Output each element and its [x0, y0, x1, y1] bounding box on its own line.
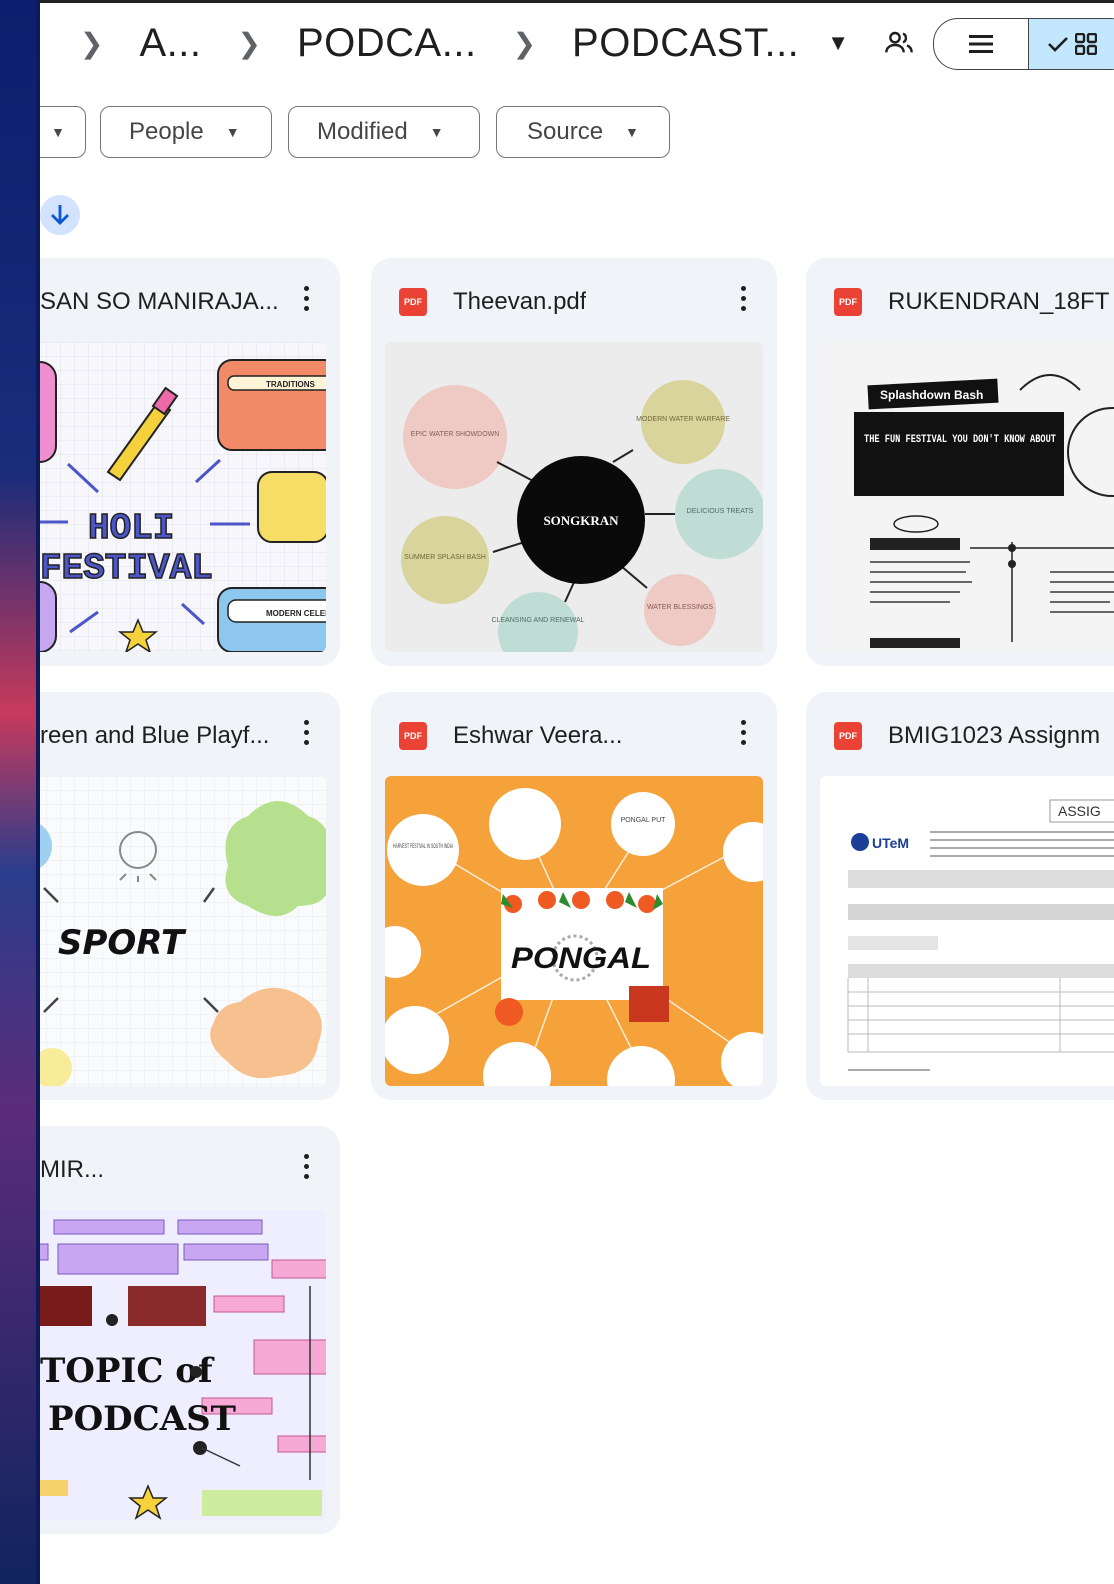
thumb-title: PODCAST — [48, 1399, 236, 1439]
drive-folder-view: ❯ A... ❯ PODCA... ❯ PODCAST... ▼ ▼ Peopl… — [40, 0, 1114, 1584]
file-card[interactable]: PDF RUKENDRAN_18FT Splashdown Bash THE F… — [806, 258, 1114, 666]
file-thumbnail: Splashdown Bash THE FUN FESTIVAL YOU DON… — [820, 342, 1114, 652]
file-card[interactable]: MIR... TOPIC of PODCAST — [40, 1126, 340, 1534]
more-actions-icon[interactable] — [304, 1154, 310, 1184]
file-thumbnail: TOPIC of PODCAST — [40, 1210, 326, 1520]
file-card[interactable]: SAN SO MANIRAJA... TRADITIONS MODERN CEL… — [40, 258, 340, 666]
thumb-title: FESTIVAL — [40, 548, 213, 589]
breadcrumb: ❯ A... ❯ PODCA... ❯ PODCAST... ▼ — [80, 18, 949, 68]
dropdown-arrow-icon: ▼ — [429, 124, 444, 140]
file-thumbnail: ASSIG UTeM — [820, 776, 1114, 1086]
thumb-label: EPIC WATER SHOWDOWN — [411, 431, 500, 438]
more-actions-icon[interactable] — [304, 286, 310, 316]
thumb-title: SPORT — [58, 923, 187, 963]
folder-menu-dropdown-icon[interactable]: ▼ — [827, 30, 849, 56]
thumb-label: SUMMER SPLASH BASH — [404, 554, 486, 561]
thumb-title: THE FUN FESTIVAL YOU DON'T KNOW ABOUT — [864, 434, 1056, 446]
file-title: RUKENDRAN_18FT — [888, 288, 1110, 315]
chevron-right-icon: ❯ — [512, 27, 537, 59]
list-icon — [969, 35, 993, 53]
file-thumbnail: TRADITIONS MODERN CELEBRATION HOLI FESTI… — [40, 342, 326, 652]
more-actions-icon[interactable] — [304, 720, 310, 750]
thumb-title: HOLI — [88, 508, 174, 549]
grid-view-button[interactable] — [1028, 19, 1114, 69]
chip-label: Modified — [317, 118, 408, 145]
more-actions-icon[interactable] — [741, 286, 747, 316]
chip-label: Source — [527, 118, 604, 145]
breadcrumb-item[interactable]: PODCA... — [297, 21, 477, 66]
file-thumbnail: PONGAL PUT HARVEST FESTIVAL IN SOUTH IND… — [385, 776, 763, 1086]
thumb-label: ASSIG — [1058, 803, 1101, 819]
window-edge — [40, 0, 1114, 3]
chevron-right-icon: ❯ — [237, 27, 261, 59]
sort-direction-button[interactable] — [40, 195, 80, 235]
thumb-title: PONGAL — [511, 942, 651, 975]
thumb-title: TOPIC of — [40, 1351, 215, 1391]
thumb-label: WATER BLESSINGS — [647, 604, 713, 611]
arrow-down-icon — [51, 205, 69, 225]
dropdown-arrow-icon: ▼ — [625, 124, 639, 140]
thumb-label: HARVEST FESTIVAL IN SOUTH INDIA — [393, 844, 453, 850]
file-title: MIR... — [40, 1156, 104, 1183]
file-card[interactable]: PDF BMIG1023 Assignm ASSIG UTeM — [806, 692, 1114, 1100]
dropdown-arrow-icon: ▼ — [225, 124, 240, 140]
thumb-label: DELICIOUS TREATS — [687, 508, 754, 515]
file-title: Eshwar Veera... — [453, 722, 623, 749]
modified-filter-chip[interactable]: Modified ▼ — [288, 106, 480, 158]
breadcrumb-item[interactable]: A... — [139, 21, 201, 66]
more-actions-icon[interactable] — [741, 720, 747, 750]
pdf-icon: PDF — [399, 288, 427, 316]
thumb-label: UTeM — [872, 835, 909, 851]
thumb-label: Splashdown Bash — [880, 388, 983, 402]
file-card[interactable]: reen and Blue Playf... SPORT — [40, 692, 340, 1100]
pdf-icon: PDF — [834, 722, 862, 750]
type-filter-chip[interactable]: ▼ — [40, 106, 86, 158]
thumb-label: PONGAL PUT — [621, 817, 667, 824]
thumb-title: SONGKRAN — [543, 513, 619, 528]
thumb-label: CLEANSING AND RENEWAL — [491, 617, 584, 624]
view-toggle — [933, 18, 1114, 70]
pdf-icon: PDF — [399, 722, 427, 750]
source-filter-chip[interactable]: Source ▼ — [496, 106, 670, 158]
check-icon — [1048, 37, 1068, 52]
background-wallpaper-strip — [0, 0, 40, 1584]
file-thumbnail: SONGKRAN EPIC WATER SHOWDOWN MODERN WATE… — [385, 342, 763, 652]
file-card[interactable]: PDF Eshwar Veera... PONGAL PUT HARVEST F… — [371, 692, 777, 1100]
file-title: BMIG1023 Assignm — [888, 722, 1101, 749]
pdf-icon: PDF — [834, 288, 862, 316]
file-card[interactable]: PDF Theevan.pdf SONGKRAN EPIC WATER SHOW… — [371, 258, 777, 666]
thumb-label: TRADITIONS — [266, 380, 316, 389]
grid-icon — [1075, 33, 1097, 55]
people-filter-chip[interactable]: People ▼ — [100, 106, 272, 158]
shared-people-icon[interactable] — [883, 27, 915, 59]
file-thumbnail: SPORT — [40, 776, 326, 1086]
list-view-button[interactable] — [934, 19, 1028, 69]
thumb-label: MODERN WATER WARFARE — [636, 416, 730, 423]
dropdown-arrow-icon: ▼ — [51, 124, 65, 140]
breadcrumb-current-folder[interactable]: PODCAST... — [572, 21, 799, 66]
file-title: Theevan.pdf — [453, 288, 587, 315]
chevron-right-icon: ❯ — [80, 27, 104, 59]
file-title: reen and Blue Playf... — [40, 722, 270, 749]
chip-label: People — [129, 118, 204, 145]
thumb-label: MODERN CELEBRATION — [266, 609, 326, 618]
file-title: SAN SO MANIRAJA... — [40, 288, 279, 315]
